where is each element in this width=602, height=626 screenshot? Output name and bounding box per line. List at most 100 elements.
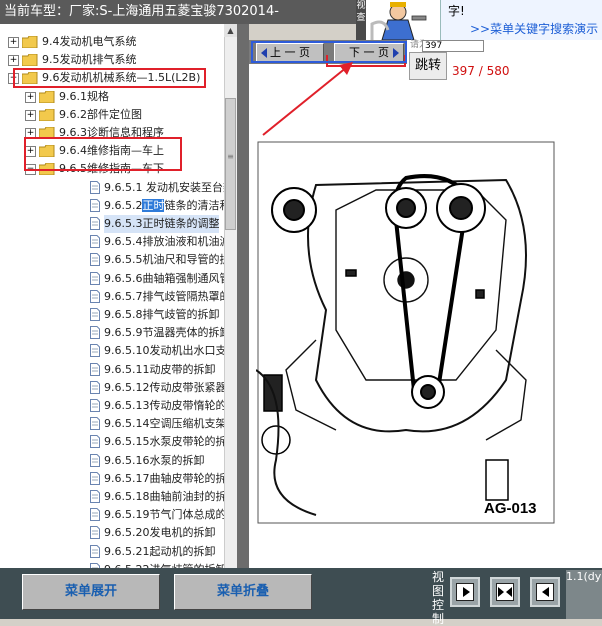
fit-in-right-icon — [506, 587, 512, 597]
scrollbar-grip-icon: ≡ — [227, 152, 234, 161]
tree-folder-item[interactable]: +9.6.2部件定位图 — [0, 106, 224, 124]
document-icon — [90, 508, 100, 522]
tree-doc-item[interactable]: 9.6.5.13传动皮带惰轮的拆卸 — [0, 397, 236, 415]
tree-doc-item[interactable]: 9.6.5.9节温器壳体的拆卸 — [0, 324, 230, 342]
tree-doc-item[interactable]: 9.6.5.19节气门体总成的拆卸 — [0, 506, 236, 524]
tree-item-label: 9.6.5.8排气歧管的拆卸 — [104, 308, 220, 321]
document-icon — [90, 180, 100, 194]
tree-doc-item[interactable]: 9.6.5.6曲轴箱强制通风管的拆卸 — [0, 270, 236, 288]
tree-item-label: 9.4发动机电气系统 — [42, 35, 137, 48]
tree-doc-item[interactable]: 9.6.5.5机油尺和导管的拆卸 — [0, 251, 236, 269]
tree-folder-item[interactable]: +9.4发动机电气系统 — [0, 33, 224, 51]
tree-doc-item[interactable]: 9.6.5.2正时链条的清洁和检查 — [0, 197, 236, 215]
page-count: 397 / 580 — [452, 64, 510, 78]
mechanic-icon — [368, 0, 430, 40]
side-strip: 视查 — [356, 0, 366, 40]
tree-item-label: 9.6.5.16水泵的拆卸 — [104, 453, 205, 467]
tree-item-label: 9.6.5.11动皮带的拆卸 — [104, 362, 216, 376]
document-icon — [90, 526, 100, 540]
expand-toggle-icon[interactable]: + — [25, 91, 36, 103]
expand-toggle-icon[interactable]: + — [8, 37, 19, 48]
folder-icon — [39, 108, 55, 121]
hint-text: 字! — [448, 4, 465, 18]
tree-item-label: 9.6.5.13传动皮带惰轮的拆卸 — [104, 399, 237, 412]
tree-item-label: 9.6.5.2正时链条的清洁和检查 — [104, 198, 236, 212]
document-icon — [90, 289, 100, 303]
diagram-label: AG-013 — [484, 500, 537, 517]
annotation-box-engine-system — [13, 68, 206, 88]
document-icon — [90, 198, 100, 212]
tree-doc-item[interactable]: 9.6.5.14空调压缩机支架的拆卸 — [0, 415, 236, 433]
document-icon — [90, 362, 100, 376]
folder-icon — [22, 54, 38, 67]
document-icon — [90, 253, 100, 267]
document-icon — [90, 490, 100, 503]
annotation-box-repair-guide — [24, 137, 182, 171]
menu-expand-button[interactable]: 菜单展开 — [22, 574, 160, 610]
play-icon — [463, 587, 470, 597]
search-demo-link[interactable]: >>菜单关键字搜索演示 — [470, 20, 598, 37]
tree-doc-item[interactable]: 9.6.5.21起动机的拆卸 — [0, 543, 224, 561]
tree-item-label: 9.6.5.7排气歧管隔热罩的拆卸 — [104, 289, 236, 303]
tree-item-label: 9.6.5.6曲轴箱强制通风管的拆卸 — [104, 271, 236, 285]
jump-button[interactable]: 跳转 — [409, 52, 447, 80]
document-icon — [90, 453, 100, 467]
expand-toggle-icon[interactable]: + — [8, 55, 19, 67]
tree-doc-item[interactable]: 9.6.5.22进气歧管的拆卸 — [0, 561, 226, 568]
view-next-control[interactable] — [450, 577, 480, 607]
tree-doc-item[interactable]: 9.6.5.18曲轴前油封的拆卸 — [0, 488, 236, 506]
tree-item-label: 9.6.5.20发电机的拆卸 — [104, 526, 216, 540]
page-number-input[interactable]: 397 — [422, 40, 484, 52]
tree-item-label: 9.6.5.17曲轴皮带轮的拆卸 — [104, 471, 237, 485]
document-icon — [90, 217, 100, 230]
folder-icon — [22, 36, 38, 48]
tree-doc-item[interactable]: 9.6.5.4排放油液和机油滤清器 — [0, 233, 236, 251]
tree-doc-item[interactable]: 9.6.5.11动皮带的拆卸 — [0, 361, 224, 379]
tree-item-label: 9.6.5.3正时链条的调整 — [104, 215, 220, 233]
tree-item-label: 9.6.5.9节温器壳体的拆卸 — [104, 326, 231, 340]
tree-item-label: 9.6.5.1 发动机安装至台架 — [104, 180, 234, 194]
document-icon — [90, 235, 100, 249]
view-fit-control[interactable] — [490, 577, 520, 607]
document-icon — [90, 417, 100, 431]
scrollbar-thumb[interactable] — [225, 98, 236, 230]
engine-diagram — [256, 141, 555, 524]
tree-item-label: 9.6.1规格 — [59, 89, 109, 103]
tree-item-label: 9.6.5.22进气歧管的拆卸 — [104, 561, 226, 568]
tree-item-label: 9.6.5.18曲轴前油封的拆卸 — [104, 490, 237, 503]
tree-folder-item[interactable]: +9.5发动机排气系统 — [0, 51, 224, 69]
document-icon — [90, 308, 100, 321]
document-icon — [90, 271, 100, 285]
fit-in-left-icon — [498, 587, 504, 597]
title-bar: 当前车型：厂家:S-上海通用五菱宝骏7302014- — [0, 0, 360, 24]
tree-doc-item[interactable]: 9.6.5.3正时链条的调整 — [0, 215, 224, 233]
tree-doc-item[interactable]: 9.6.5.10发动机出水口支座的拆卸 — [0, 342, 236, 360]
document-icon — [90, 380, 100, 394]
tree-doc-item[interactable]: 9.6.5.8排气歧管的拆卸 — [0, 306, 224, 324]
tree-item-label: 9.6.5.21起动机的拆卸 — [104, 544, 216, 558]
tree-doc-item[interactable]: 9.6.5.12传动皮带张紧器的拆卸 — [0, 379, 236, 397]
tree-doc-item[interactable]: 9.6.5.16水泵的拆卸 — [0, 452, 224, 470]
scroll-up-arrow-icon[interactable]: ▲ — [224, 24, 237, 37]
tree-doc-item[interactable]: 9.6.5.17曲轴皮带轮的拆卸 — [0, 470, 236, 488]
tree-item-label: 9.6.5.19节气门体总成的拆卸 — [104, 508, 237, 522]
document-icon — [90, 326, 100, 340]
menu-collapse-button[interactable]: 菜单折叠 — [174, 574, 312, 610]
view-prev-control[interactable] — [530, 577, 560, 607]
tree-item-label: 9.5发动机排气系统 — [42, 53, 137, 67]
document-icon — [90, 471, 100, 485]
tree-folder-item[interactable]: +9.6.1规格 — [0, 88, 224, 106]
tree-doc-item[interactable]: 9.6.5.15水泵皮带轮的拆卸 — [0, 433, 236, 451]
menu-tree: +9.4发动机电气系统 +9.5发动机排气系统 −9.6发动机机械系统—1.5L(L… — [0, 24, 237, 568]
tree-item-label: 9.6.5.12传动皮带张紧器的拆卸 — [104, 380, 236, 394]
tree-doc-item[interactable]: 9.6.5.20发电机的拆卸 — [0, 524, 224, 542]
expand-toggle-icon[interactable]: + — [25, 109, 36, 121]
folder-icon — [39, 90, 55, 103]
tree-doc-item[interactable]: 9.6.5.7排气歧管隔热罩的拆卸 — [0, 288, 236, 306]
panel-splitter[interactable] — [237, 24, 249, 568]
document-icon — [90, 544, 100, 558]
back-icon — [542, 587, 549, 597]
document-icon — [90, 399, 100, 412]
tree-doc-item[interactable]: 9.6.5.1 发动机安装至台架 — [0, 179, 234, 197]
tree-item-label: 9.6.5.14空调压缩机支架的拆卸 — [104, 417, 236, 431]
